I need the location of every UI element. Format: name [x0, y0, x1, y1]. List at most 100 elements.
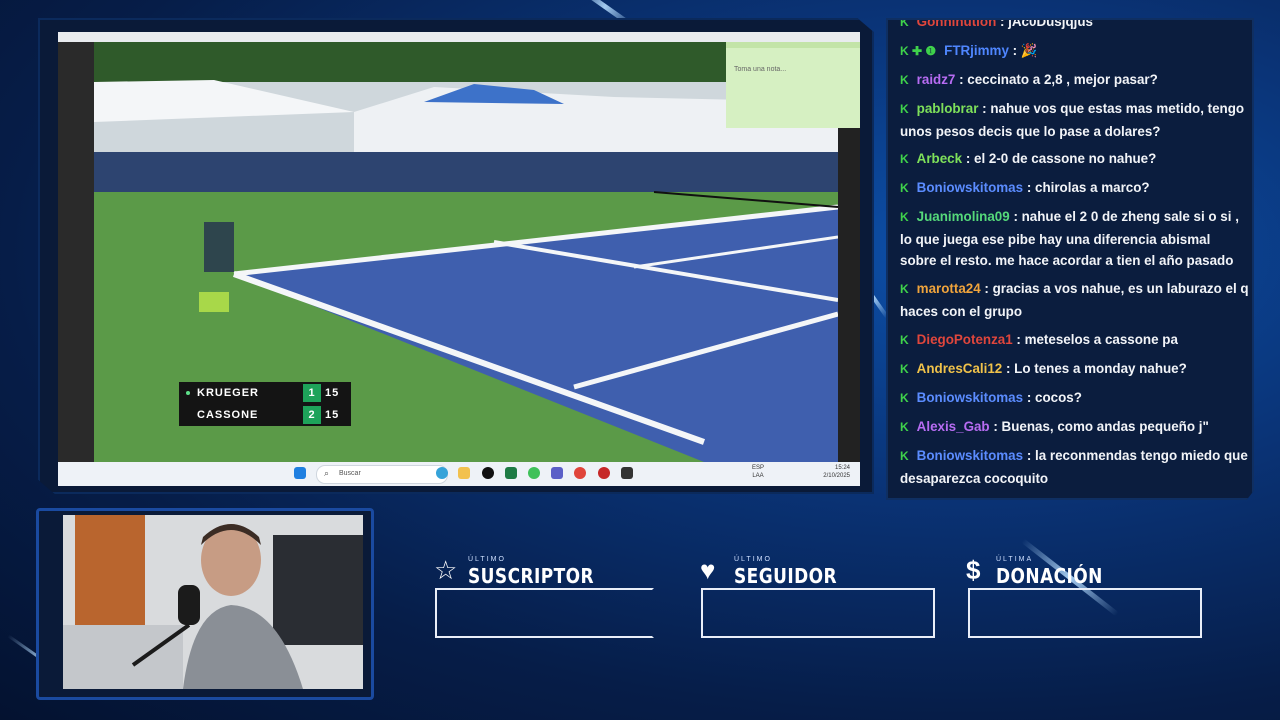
- alert-small-label: ÚLTIMO: [734, 556, 772, 563]
- player-points: 15: [325, 409, 340, 421]
- chat-text: : el 2-0 de cassone no nahue?: [965, 151, 1157, 166]
- kick-badge-icon: K: [900, 181, 909, 195]
- browser-tab-bar[interactable]: [58, 32, 860, 42]
- app-icon[interactable]: [621, 467, 633, 479]
- chat-text: : meteselos a cassone pa: [1016, 332, 1178, 347]
- chat-text: : chirolas a marco?: [1026, 180, 1150, 195]
- kick-badge-icon: K: [900, 333, 909, 347]
- chat-username[interactable]: Alexis_Gab: [917, 419, 990, 434]
- chat-text: : ceccinato a 2,8 , mejor pasar?: [959, 72, 1158, 87]
- alert-title: SUSCRIPTOR: [468, 564, 595, 588]
- chat-username[interactable]: Boniowskitomas: [917, 390, 1023, 405]
- note-placeholder[interactable]: Toma una nota...: [734, 66, 786, 73]
- chat-message: K Boniowskitomas : la reconmendas tengo m…: [900, 445, 1250, 489]
- system-clock[interactable]: 15:24 2/10/2025: [823, 464, 850, 480]
- chat-username[interactable]: raidz7: [917, 72, 956, 87]
- kick-badge-icon: K: [900, 420, 909, 434]
- tiktok-icon[interactable]: [482, 467, 494, 479]
- chat-username[interactable]: Boniowskitomas: [917, 180, 1023, 195]
- teams-icon[interactable]: [551, 467, 563, 479]
- screen-capture-panel: KRUEGER 1 15 CASSONE 2 15 Toma una nota.…: [38, 18, 874, 494]
- kick-badge-icon: K ✚ ❶: [900, 44, 937, 58]
- chat-username[interactable]: Gonninution: [917, 20, 997, 29]
- kick-badge-icon: K: [900, 152, 909, 166]
- chat-message: K DiegoPotenza1 : meteselos a cassone pa: [900, 329, 1250, 352]
- chat-username[interactable]: FTRjimmy: [944, 43, 1009, 58]
- chat-message: K Arbeck : el 2-0 de cassone no nahue?: [900, 148, 1250, 171]
- folder-icon[interactable]: [458, 467, 470, 479]
- desktop-screen: KRUEGER 1 15 CASSONE 2 15 Toma una nota.…: [58, 32, 860, 486]
- player-name: KRUEGER: [197, 387, 260, 399]
- windows-start-icon[interactable]: [294, 467, 306, 479]
- chat-text: : jAc0Dusjqjus: [999, 18, 1093, 29]
- chat-message: Kraidz7 : ceccinato a 2,8 , mejor pasar?: [900, 69, 1250, 92]
- chrome-icon[interactable]: [574, 467, 586, 479]
- kick-badge-icon: K: [900, 282, 909, 296]
- chat-username[interactable]: Boniowskitomas: [917, 448, 1023, 463]
- kick-badge-icon: K: [900, 391, 909, 405]
- chat-message: K Boniowskitomas : chirolas a marco?: [900, 177, 1250, 200]
- last-follower-box: [701, 588, 935, 638]
- chat-username[interactable]: AndresCali12: [917, 361, 1003, 376]
- dollar-icon: $: [966, 555, 981, 585]
- score-row-player-2: CASSONE 2 15: [179, 404, 351, 426]
- player-points: 15: [325, 387, 340, 399]
- taskbar-search-input[interactable]: ⌕ Buscar: [316, 465, 448, 484]
- score-row-player-1: KRUEGER 1 15: [179, 382, 351, 404]
- chat-message: K Gonninution : jAc0Dusjqjus: [900, 18, 1250, 34]
- player-sets: 1: [303, 384, 321, 402]
- chat-message: K Juanimolina09 : nahue el 2 0 de zheng s…: [900, 206, 1250, 272]
- chat-username[interactable]: pablobrar: [917, 101, 979, 116]
- keyboard-layout: LAA: [752, 473, 764, 479]
- webcam-feed: [63, 515, 363, 689]
- star-icon: ☆: [434, 555, 458, 585]
- sticky-note-window[interactable]: Toma una nota...: [726, 42, 860, 128]
- language-indicator[interactable]: ESP LAA: [752, 464, 764, 480]
- kick-badge-icon: K: [900, 362, 909, 376]
- webcam-frame: [36, 508, 374, 700]
- chat-message: K ✚ ❶ FTRjimmy : 🎉: [900, 40, 1250, 63]
- chat-text: : 🎉: [1012, 43, 1038, 58]
- chat-text: : cocos?: [1026, 390, 1082, 405]
- streamer-webcam-image: [63, 515, 363, 689]
- clock-date: 2/10/2025: [823, 473, 850, 479]
- last-follower-header: ♥ ÚLTIMO SEGUIDOR: [700, 552, 930, 592]
- chat-username[interactable]: Juanimolina09: [917, 209, 1010, 224]
- last-subscriber-box: [435, 588, 654, 638]
- chat-username[interactable]: marotta24: [917, 281, 981, 296]
- last-donation-header: $ ÚLTIMA DONACIÓN: [966, 552, 1206, 592]
- video-side-area: [58, 42, 94, 462]
- edge-icon[interactable]: [436, 467, 448, 479]
- kick-badge-icon: K: [900, 18, 909, 29]
- language-code: ESP: [752, 465, 765, 471]
- last-donation-box: [968, 588, 1202, 638]
- kick-badge-icon: K: [900, 102, 909, 116]
- clock-time: 15:24: [834, 465, 850, 471]
- scoreboard: KRUEGER 1 15 CASSONE 2 15: [179, 382, 351, 426]
- alert-title: SEGUIDOR: [734, 564, 837, 588]
- chat-username[interactable]: DiegoPotenza1: [917, 332, 1013, 347]
- player-sets: 2: [303, 406, 321, 424]
- chat-panel: K Gonninution : jAc0Dusjqjus K ✚ ❶ FTRjimm…: [886, 18, 1254, 500]
- excel-icon[interactable]: [505, 467, 517, 479]
- chat-message: K AndresCali12 : Lo tenes a monday nahue?: [900, 358, 1250, 381]
- chat-text: : Lo tenes a monday nahue?: [1006, 361, 1187, 376]
- player-name: CASSONE: [197, 409, 259, 421]
- kick-badge-icon: K: [900, 73, 909, 87]
- heart-icon: ♥: [700, 555, 716, 585]
- app-icon[interactable]: [598, 467, 610, 479]
- whatsapp-icon[interactable]: [528, 467, 540, 479]
- last-subscriber-header: ☆ ÚLTIMO SUSCRIPTOR: [434, 552, 664, 592]
- search-placeholder: Buscar: [339, 470, 361, 477]
- chat-message: K Alexis_Gab : Buenas, como andas pequeño…: [900, 416, 1250, 439]
- chat-message: Kpablobrar : nahue vos que estas mas met…: [900, 98, 1250, 142]
- chat-message: Kmarotta24 : gracias a vos nahue, es un …: [900, 278, 1250, 322]
- chat-username[interactable]: Arbeck: [917, 151, 962, 166]
- chat-message: K Boniowskitomas : cocos?: [900, 387, 1250, 410]
- alert-title: DONACIÓN: [996, 564, 1103, 588]
- windows-taskbar: ⌕ Buscar ESP LAA 15:24 2/10/2025: [58, 462, 860, 486]
- serving-indicator: [186, 391, 190, 395]
- alert-small-label: ÚLTIMA: [996, 556, 1034, 563]
- alert-small-label: ÚLTIMO: [468, 556, 506, 563]
- chat-text: : Buenas, como andas pequeño j": [993, 419, 1209, 434]
